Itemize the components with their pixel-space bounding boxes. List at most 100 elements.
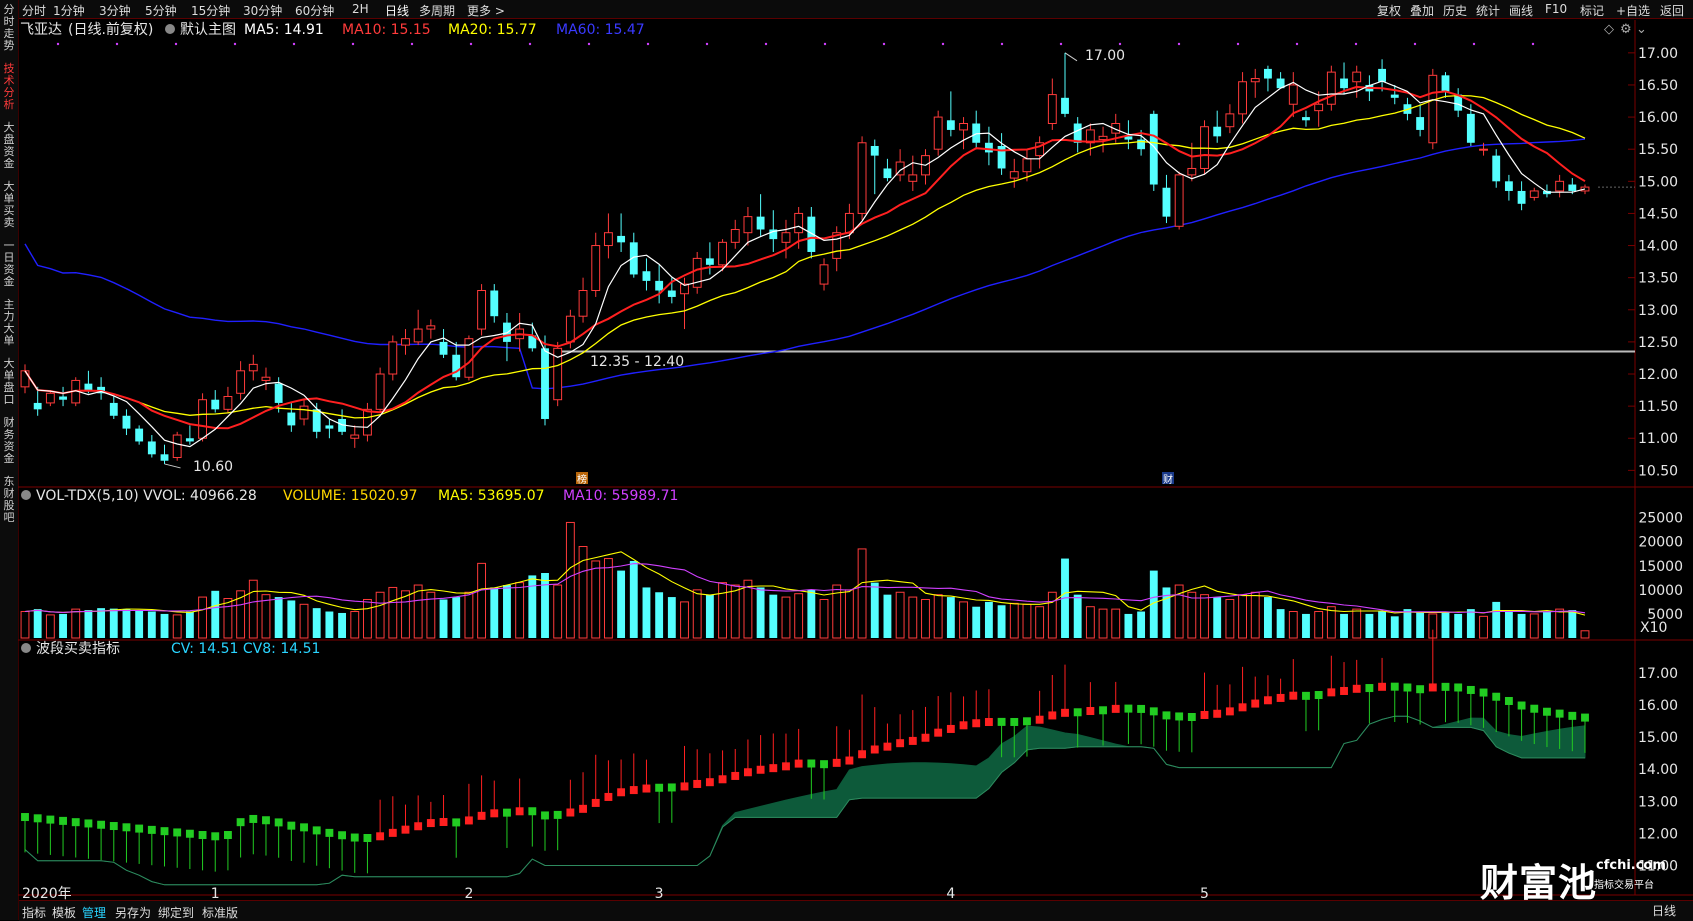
volume-bar-up xyxy=(20,611,30,639)
template-label[interactable]: 默认主图 xyxy=(180,22,236,38)
bottom-tab-bind[interactable]: 绑定到 xyxy=(158,904,194,921)
volume-axis-label: 10000 xyxy=(1638,583,1683,599)
indicator-marker xyxy=(642,784,651,793)
indicator-marker xyxy=(528,807,537,816)
volume-bar-down xyxy=(1543,611,1551,638)
volume-bar-down xyxy=(541,573,549,638)
indicator-marker xyxy=(325,828,334,837)
volume-bar-up xyxy=(680,601,689,639)
indicator-marker xyxy=(198,831,207,840)
chevron-down-icon[interactable]: ⌄ xyxy=(1636,22,1647,37)
indicator-marker xyxy=(1149,707,1158,716)
indicator-marker xyxy=(439,817,448,826)
cai-marker-text: 财 xyxy=(1163,473,1173,486)
volume-bar-up xyxy=(1326,606,1336,639)
volume-bar-down xyxy=(312,608,321,638)
volume-bar-up xyxy=(1225,598,1235,639)
grid-lines xyxy=(18,20,1693,896)
indicator-marker xyxy=(84,819,93,828)
template-dropdown-icon[interactable] xyxy=(165,24,175,34)
candle-body-up xyxy=(959,123,968,131)
volume-bar-down xyxy=(160,613,169,638)
ma60-label: MA60: 15.47 xyxy=(556,22,645,38)
indicator-marker xyxy=(1238,703,1247,712)
top-dot-marker xyxy=(351,42,355,46)
top-dot-marker xyxy=(1531,42,1535,46)
volume-bar-up xyxy=(198,596,207,639)
indicator-marker xyxy=(934,728,943,737)
price-axis-label: 14.00 xyxy=(1638,239,1678,255)
indicator-marker xyxy=(1403,683,1412,692)
candle-body-up xyxy=(172,434,182,459)
candle-body-up xyxy=(198,399,207,439)
indicator-marker xyxy=(21,813,29,822)
bottom-tab-standard[interactable]: 标准版 xyxy=(202,904,238,921)
bottom-tab-indicator[interactable]: 指标 xyxy=(22,904,46,921)
volume-bar-up xyxy=(71,608,81,639)
indicator-marker xyxy=(1048,711,1057,720)
indicator-marker xyxy=(807,759,816,768)
indicator-marker xyxy=(464,816,473,825)
vol-title: VOL-TDX(5,10) VVOL: 40966.28 xyxy=(36,488,257,504)
indicator-marker xyxy=(1289,691,1298,700)
indicator-marker xyxy=(1530,704,1539,713)
volume-bar-down xyxy=(452,597,461,638)
bottom-tab-template[interactable]: 模板 xyxy=(52,904,76,921)
candle-body-down xyxy=(185,438,194,442)
indicator-marker xyxy=(1581,713,1589,722)
volume-bar-up xyxy=(1580,630,1590,639)
indicator-marker xyxy=(223,831,232,840)
candle-body-up xyxy=(1225,113,1235,128)
indicator-marker xyxy=(705,778,714,787)
price-axis-label: 14.50 xyxy=(1638,206,1678,222)
indicator-marker xyxy=(1378,682,1387,691)
top-dot-marker xyxy=(1000,42,1004,46)
chart-area[interactable]: 17.00 16.50 16.00 15.50 15.00 14.50 14.00 13.50… xyxy=(0,0,1693,920)
volume-dropdown-icon[interactable] xyxy=(21,490,31,500)
volume-bar-up xyxy=(844,589,854,639)
volume-bar-down xyxy=(1454,613,1463,638)
candle-body-up xyxy=(299,405,309,420)
volume-bar-up xyxy=(223,598,233,639)
volume-bar-up xyxy=(1187,591,1197,639)
volume-bar-down xyxy=(1365,613,1374,638)
indicator-marker xyxy=(515,807,524,816)
indicator-dropdown-icon[interactable] xyxy=(21,643,31,653)
indicator-marker xyxy=(896,739,905,748)
candle-body-up xyxy=(236,370,246,394)
candle-body-down xyxy=(1378,68,1387,82)
watermark-tagline: 指标交易平台 xyxy=(1594,880,1654,891)
volume-bar-up xyxy=(565,521,575,639)
candle-body-up xyxy=(350,434,360,439)
candle-body-down xyxy=(287,412,296,426)
volume-bar-down xyxy=(1137,611,1146,638)
volume-bar-down xyxy=(1276,609,1285,638)
candle-body-up xyxy=(45,392,55,404)
candle-body-up xyxy=(1047,94,1057,125)
indicator-marker xyxy=(236,818,245,827)
indicator-marker xyxy=(249,814,258,823)
indicator-marker xyxy=(1187,713,1196,722)
volume-bar-up xyxy=(413,584,423,639)
indicator-marker xyxy=(1111,704,1120,713)
diamond-icon[interactable]: ◇ xyxy=(1604,22,1614,37)
volume-bar-up xyxy=(819,598,829,639)
volume-bar-up xyxy=(45,614,55,639)
indicator-marker xyxy=(1327,688,1336,697)
indicator-marker xyxy=(794,759,803,768)
volume-bar-down xyxy=(1073,594,1082,638)
indicator-marker xyxy=(617,788,626,797)
indicator-marker xyxy=(997,717,1006,726)
indicator-marker xyxy=(452,818,461,827)
bottom-tab-manage[interactable]: 管理 xyxy=(82,904,106,921)
volume-bar-down xyxy=(84,610,93,638)
indicator-marker xyxy=(743,768,752,777)
volume-bar-up xyxy=(1479,615,1488,639)
bottom-tab-saveas[interactable]: 另存为 xyxy=(115,904,151,921)
gear-icon[interactable]: ⚙ xyxy=(1620,22,1632,37)
ma10-line xyxy=(24,85,1586,430)
volume-bar-down xyxy=(528,575,537,638)
volume-bar-up xyxy=(1009,602,1019,639)
indicator-marker xyxy=(655,783,664,792)
indicator-marker xyxy=(1568,711,1577,720)
